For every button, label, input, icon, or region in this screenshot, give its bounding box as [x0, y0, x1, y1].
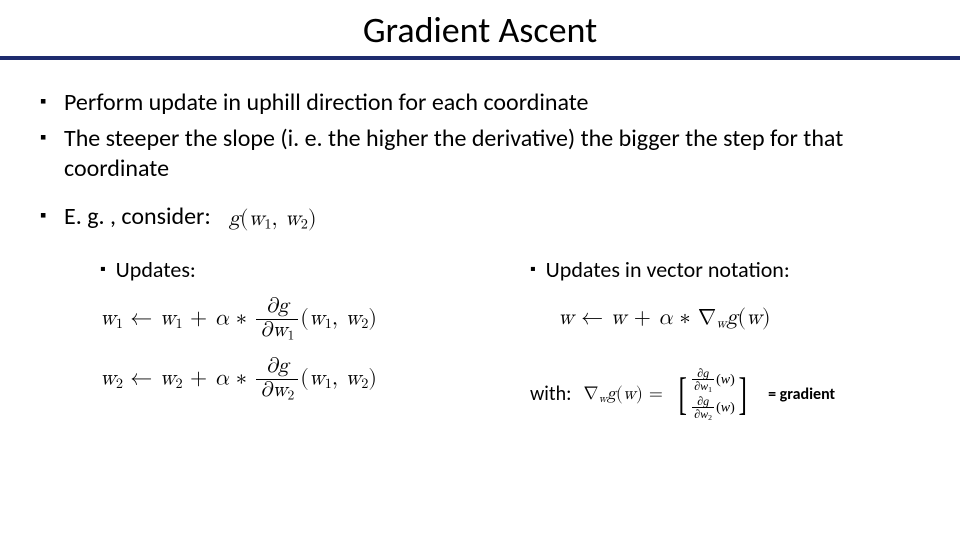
slide-body: Perform update in uphill direction for e…: [0, 60, 960, 422]
bullet-icon: ▪: [530, 260, 536, 279]
left-column: ▪ Updates: w1 ← w1 + α ∗ ∂g ∂w1 (w1, w2)…: [100, 256, 520, 422]
vector-heading: ▪ Updates in vector notation:: [530, 256, 920, 283]
updates-heading: ▪ Updates:: [100, 256, 520, 283]
slide-title: Gradient Ascent: [0, 0, 960, 56]
gradient-label: = gradient: [768, 385, 835, 404]
bullet-1: Perform update in uphill direction for e…: [40, 88, 920, 118]
top-bullets: Perform update in uphill direction for e…: [40, 88, 920, 184]
slide: Gradient Ascent Perform update in uphill…: [0, 0, 960, 540]
update-eq-1: w1 ← w1 + α ∗ ∂g ∂w1 (w1, w2): [100, 297, 520, 343]
columns: ▪ Updates: w1 ← w1 + α ∗ ∂g ∂w1 (w1, w2)…: [40, 256, 920, 422]
right-bracket-icon: ]: [738, 371, 746, 417]
matrix-row-1: ∂g ∂w1 (w): [690, 367, 735, 394]
with-label: with:: [530, 382, 571, 406]
left-bracket-icon: [: [678, 371, 686, 417]
bullet-icon: ▪: [100, 260, 106, 279]
consider-row: E. g. , consider: g(w1, w2): [40, 202, 920, 238]
right-column: ▪ Updates in vector notation: w ← w + α …: [520, 256, 920, 422]
matrix-row-2: ∂g ∂w2 (w): [690, 395, 735, 422]
bullet-3: E. g. , consider:: [40, 202, 211, 232]
vector-update-eq: w ← w + α ∗ ∇wg(w): [558, 305, 920, 333]
grad-lhs: ∇wg(w) =: [583, 383, 662, 406]
gradient-matrix: [ ∂g ∂w1 (w) ∂g ∂w2: [675, 367, 750, 422]
bullet-2: The steeper the slope (i. e. the higher …: [40, 124, 920, 184]
vector-heading-text: Updates in vector notation:: [546, 256, 790, 283]
consider-function: g(w1, w2): [229, 206, 317, 234]
updates-heading-text: Updates:: [116, 256, 196, 283]
update-eq-2: w2 ← w2 + α ∗ ∂g ∂w2 (w1, w2): [100, 357, 520, 403]
with-row: with: ∇wg(w) = [ ∂g ∂w1 (w): [530, 367, 920, 422]
